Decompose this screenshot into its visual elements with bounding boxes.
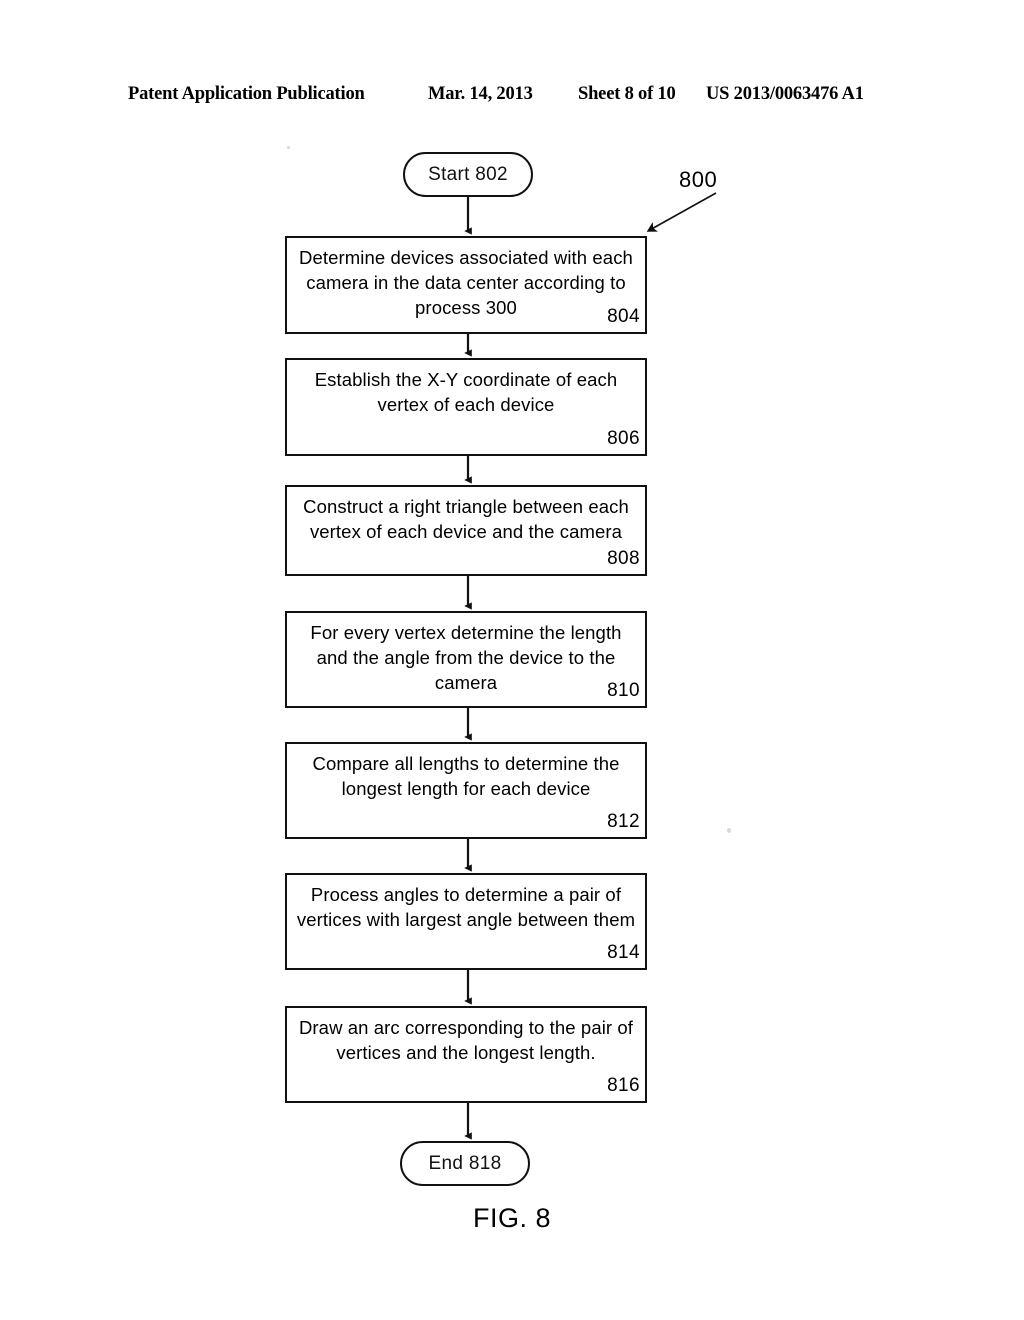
flowchart-step-812-text: Compare all lengths to determine the lon… bbox=[312, 753, 620, 799]
flowchart-step-812[interactable]: Compare all lengths to determine the lon… bbox=[285, 742, 647, 839]
flowchart-step-816[interactable]: Draw an arc corresponding to the pair of… bbox=[285, 1006, 647, 1103]
flowchart-step-804-text: Determine devices associated with each c… bbox=[299, 247, 633, 318]
flowchart-step-810[interactable]: For every vertex determine the length an… bbox=[285, 611, 647, 708]
flowchart-step-808[interactable]: Construct a right triangle between each … bbox=[285, 485, 647, 576]
scan-artifact-speck bbox=[287, 146, 290, 149]
scan-artifact-speck bbox=[727, 828, 731, 833]
flowchart-diagram: Start 802 Determine devices associated w… bbox=[0, 0, 1024, 1320]
flowchart-step-810-ref: 810 bbox=[607, 680, 640, 701]
flowchart-step-804-ref: 804 bbox=[607, 306, 640, 327]
flowchart-step-816-ref: 816 bbox=[607, 1075, 640, 1096]
flowchart-start-node[interactable]: Start 802 bbox=[403, 152, 533, 197]
flowchart-step-814[interactable]: Process angles to determine a pair of ve… bbox=[285, 873, 647, 970]
flowchart-step-814-text: Process angles to determine a pair of ve… bbox=[296, 884, 636, 930]
flowchart-start-label: Start 802 bbox=[428, 163, 508, 185]
flowchart-step-812-ref: 812 bbox=[607, 811, 640, 832]
flowchart-step-808-ref: 808 bbox=[607, 548, 640, 569]
flowchart-step-806[interactable]: Establish the X-Y coordinate of each ver… bbox=[285, 358, 647, 456]
flowchart-step-816-text: Draw an arc corresponding to the pair of… bbox=[298, 1017, 634, 1063]
flowchart-step-808-text: Construct a right triangle between each … bbox=[303, 496, 629, 542]
flowchart-step-814-ref: 814 bbox=[607, 942, 640, 963]
flowchart-step-806-text: Establish the X-Y coordinate of each ver… bbox=[314, 369, 618, 415]
figure-caption: FIG. 8 bbox=[472, 1203, 551, 1233]
flowchart-end-label: End 818 bbox=[428, 1152, 502, 1174]
flowchart-end-node[interactable]: End 818 bbox=[400, 1141, 530, 1186]
diagram-reference-numeral: 800 bbox=[679, 167, 718, 192]
flowchart-step-806-ref: 806 bbox=[607, 428, 640, 449]
flowchart-step-810-text: For every vertex determine the length an… bbox=[310, 622, 622, 693]
flowchart-step-804[interactable]: Determine devices associated with each c… bbox=[285, 236, 647, 334]
